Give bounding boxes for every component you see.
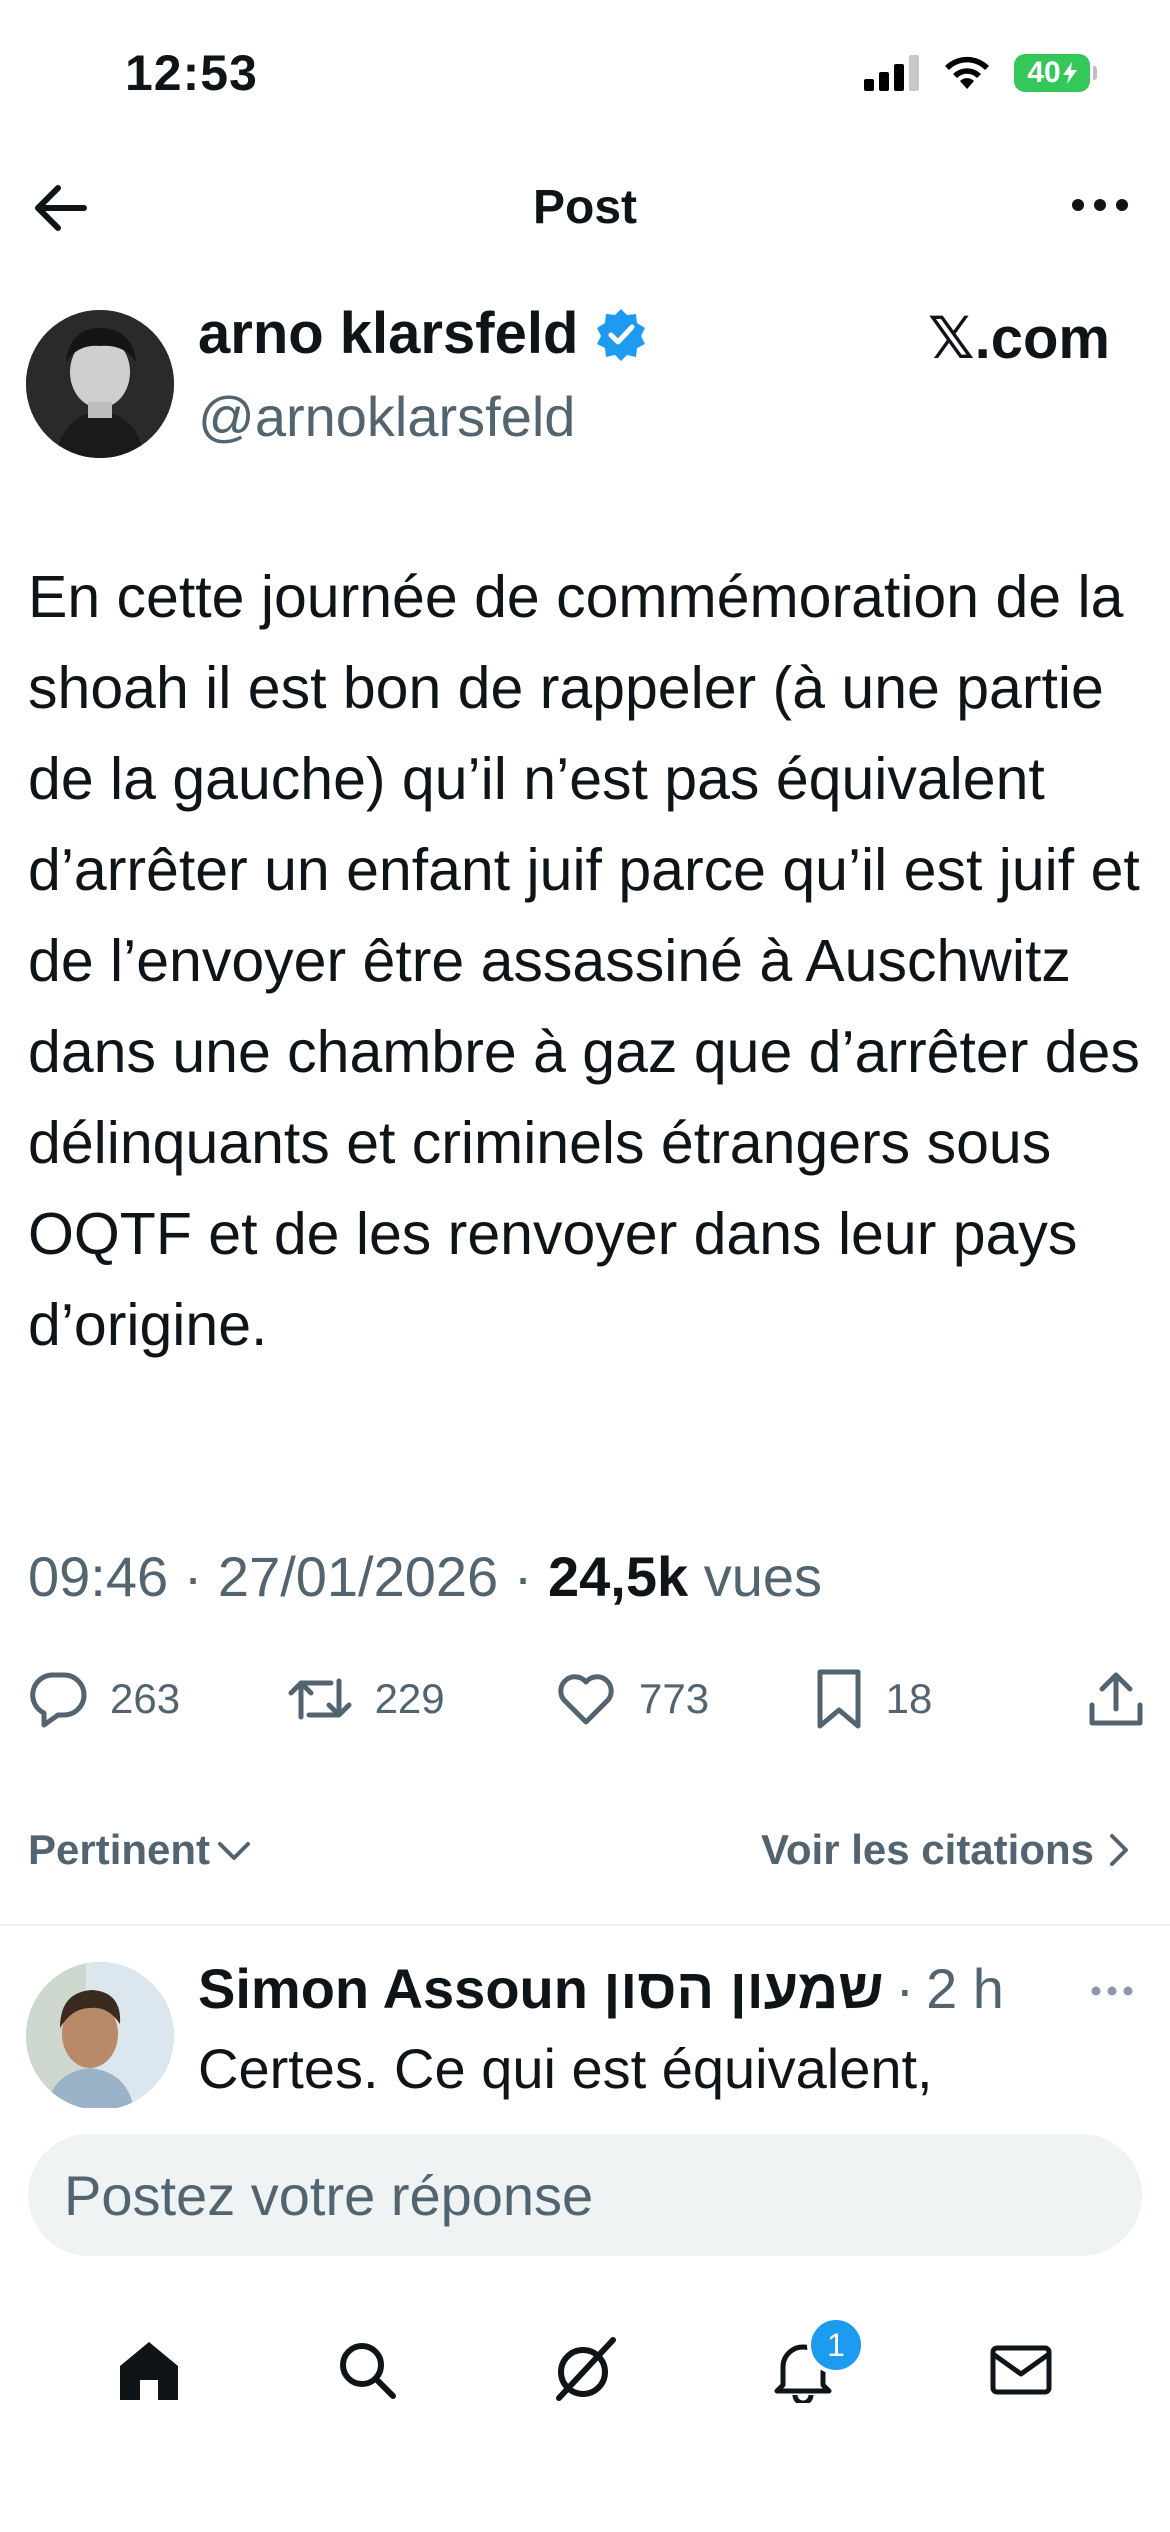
composer-placeholder: Postez votre réponse <box>64 2163 594 2227</box>
sort-dropdown[interactable]: Pertinent <box>28 1826 252 1874</box>
author-portrait-image <box>26 310 174 458</box>
status-icons: 40 <box>864 54 1097 92</box>
tab-grok[interactable] <box>525 2310 645 2430</box>
reply-time: 2 h <box>926 1957 1004 2020</box>
share-button[interactable] <box>1088 1669 1144 1729</box>
bookmark-count: 18 <box>885 1675 933 1722</box>
reply-author-avatar[interactable] <box>26 1962 174 2110</box>
tab-search[interactable] <box>307 2310 427 2430</box>
quotes-label: Voir les citations <box>761 1826 1094 1873</box>
views-label: vues <box>703 1545 822 1608</box>
notifications-badge: 1 <box>807 2316 865 2374</box>
grok-icon <box>556 2337 616 2401</box>
post-meta: 09:46 · 27/01/2026 · 24,5k vues <box>28 1545 822 1608</box>
wifi-icon <box>945 56 989 89</box>
battery-indicator: 40 <box>1014 54 1097 92</box>
author-name-text: arno klarsfeld <box>198 301 579 366</box>
tab-notifications[interactable]: 1 <box>743 2310 865 2430</box>
verified-badge-icon <box>597 308 646 361</box>
mail-icon <box>990 2345 1052 2395</box>
author-handle[interactable]: @arnoklarsfeld <box>198 384 575 449</box>
like-count: 773 <box>639 1675 710 1722</box>
source-label: 𝕏.com <box>927 306 1110 371</box>
reply-button[interactable]: 263 <box>28 1669 287 1729</box>
reply-more-button[interactable] <box>1090 1984 1134 2002</box>
sort-label: Pertinent <box>28 1826 211 1873</box>
battery-level: 40 <box>1027 56 1061 89</box>
heart-icon <box>558 1674 614 1725</box>
reply-author-portrait-image <box>26 1962 174 2110</box>
reply-count: 263 <box>110 1675 181 1722</box>
chevron-right-icon <box>1110 1834 1128 1866</box>
divider <box>0 1924 1170 1926</box>
views-count[interactable]: 24,5k <box>548 1545 688 1608</box>
reply-author-name[interactable]: Simon Assoun שמעון הסון <box>198 1956 883 2021</box>
reply-text: Certes. Ce qui est équivalent, <box>198 2037 933 2100</box>
ellipsis-icon <box>1072 199 1128 211</box>
author-avatar[interactable] <box>26 310 174 458</box>
home-icon <box>120 2342 178 2400</box>
repost-button[interactable]: 229 <box>287 1669 555 1729</box>
page-title: Post <box>532 181 637 234</box>
bookmark-button[interactable]: 18 <box>814 1668 1088 1730</box>
cellular-signal-icon <box>864 55 919 91</box>
reply-icon <box>30 1672 87 1728</box>
author-name[interactable]: arno klarsfeld <box>198 300 648 367</box>
status-time: 12:53 <box>125 45 258 101</box>
post-actions: 263 229 773 18 <box>28 1668 1144 1730</box>
tab-messages[interactable] <box>961 2310 1081 2430</box>
repost-icon <box>288 1678 352 1720</box>
post-time: 09:46 <box>28 1545 169 1608</box>
share-icon <box>1089 1672 1143 1726</box>
like-button[interactable]: 773 <box>555 1670 814 1728</box>
charging-bolt-icon <box>1062 62 1077 84</box>
view-quotes-link[interactable]: Voir les citations <box>761 1826 1130 1874</box>
ellipsis-icon <box>1091 1986 1133 1996</box>
bottom-tab-bar: 1 <box>0 2310 1170 2430</box>
tab-home[interactable] <box>89 2310 209 2430</box>
search-icon <box>340 2343 396 2399</box>
post-text: En cette journée de commémoration de la … <box>28 564 1140 1358</box>
reply-composer-input[interactable]: Postez votre réponse <box>28 2134 1142 2256</box>
post-date: 27/01/2026 <box>217 1545 499 1608</box>
repost-count: 229 <box>374 1675 445 1722</box>
bookmark-icon <box>817 1669 861 1729</box>
more-options-button[interactable] <box>1070 196 1130 219</box>
chevron-down-icon <box>218 1842 251 1860</box>
reply-header: Simon Assoun שמעון הסון · 2 h <box>198 1956 1004 2021</box>
